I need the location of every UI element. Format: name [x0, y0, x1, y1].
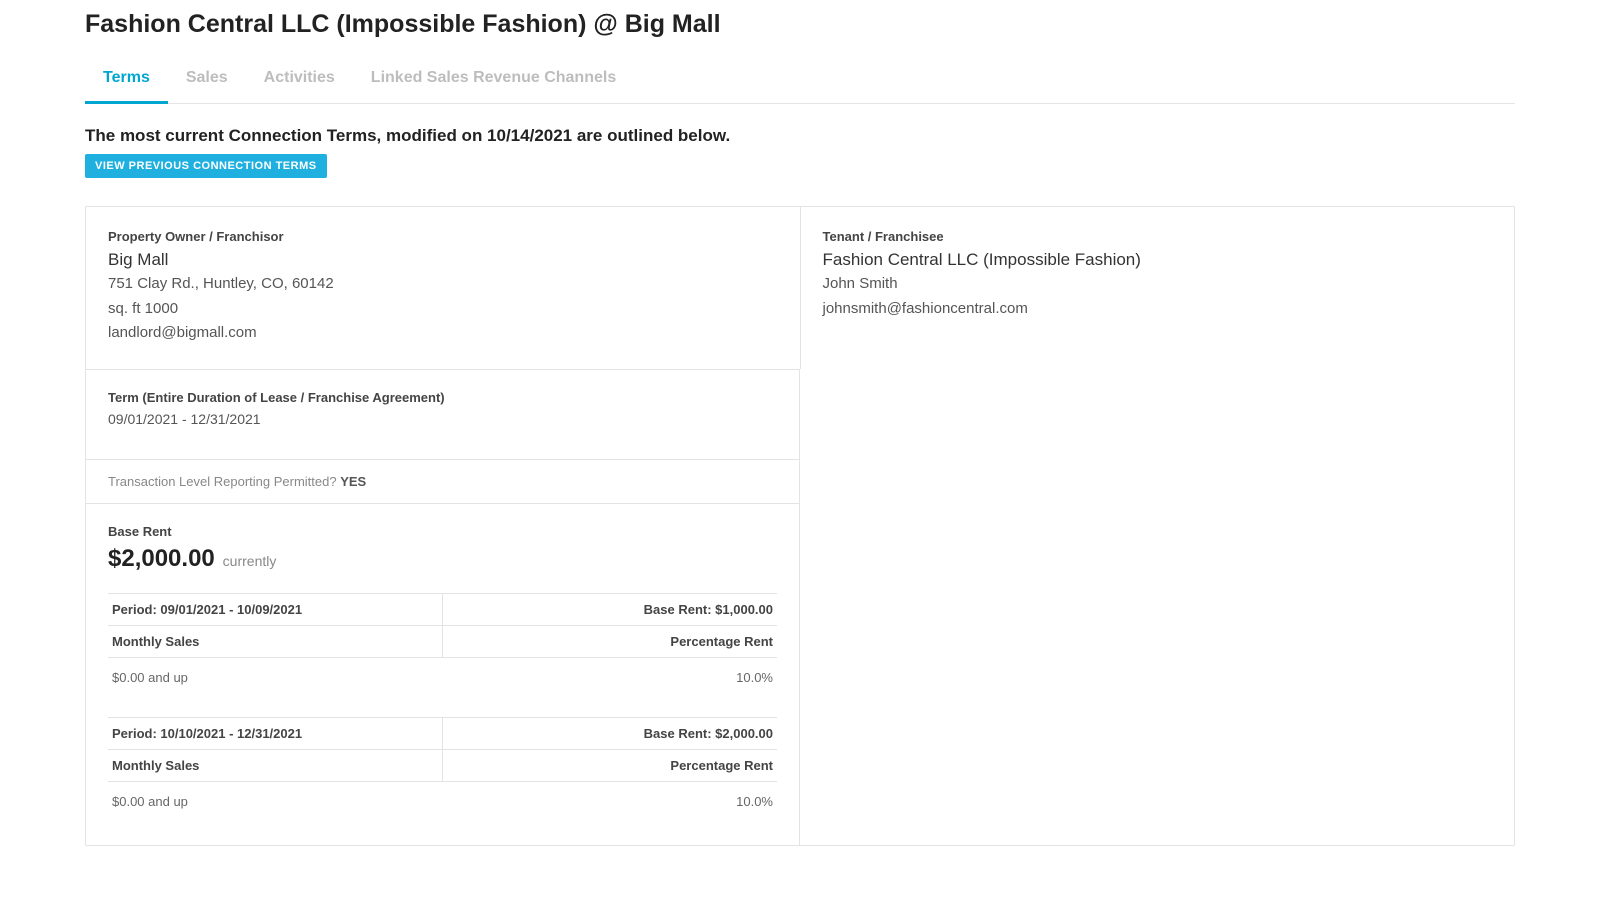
- rent-section: Base Rent $2,000.00 currently Period: 09…: [86, 503, 800, 845]
- period-label: Period: 10/10/2021 - 12/31/2021: [108, 718, 443, 749]
- txn-section: Transaction Level Reporting Permitted? Y…: [86, 459, 800, 503]
- monthly-sales-header: Monthly Sales: [108, 750, 443, 781]
- period-base-rent: Base Rent: $2,000.00: [443, 718, 777, 749]
- period-base-rent: Base Rent: $1,000.00: [443, 594, 777, 625]
- view-previous-terms-button[interactable]: VIEW PREVIOUS CONNECTION TERMS: [85, 154, 327, 178]
- tab-terms[interactable]: Terms: [85, 57, 168, 104]
- base-rent-currently: currently: [223, 553, 277, 569]
- term-section: Term (Entire Duration of Lease / Franchi…: [86, 369, 800, 459]
- tier-pct: 10.0%: [443, 782, 778, 821]
- owner-email: landlord@bigmall.com: [108, 322, 778, 345]
- txn-value: YES: [340, 474, 366, 489]
- rent-period-group: Period: 09/01/2021 - 10/09/2021 Base Ren…: [108, 594, 777, 697]
- tenant-label: Tenant / Franchisee: [823, 229, 1493, 244]
- term-label: Term (Entire Duration of Lease / Franchi…: [108, 390, 777, 405]
- owner-name: Big Mall: [108, 250, 778, 270]
- tabs-bar: Terms Sales Activities Linked Sales Reve…: [85, 57, 1515, 104]
- tier-range: $0.00 and up: [108, 658, 443, 697]
- txn-label: Transaction Level Reporting Permitted?: [108, 474, 340, 489]
- rent-period-group: Period: 10/10/2021 - 12/31/2021 Base Ren…: [108, 717, 777, 821]
- tab-linked-channels[interactable]: Linked Sales Revenue Channels: [353, 57, 634, 104]
- tenant-contact: John Smith: [823, 273, 1493, 296]
- owner-label: Property Owner / Franchisor: [108, 229, 778, 244]
- tier-range: $0.00 and up: [108, 782, 443, 821]
- tab-activities[interactable]: Activities: [246, 57, 353, 104]
- intro-text: The most current Connection Terms, modif…: [85, 126, 1515, 146]
- period-label: Period: 09/01/2021 - 10/09/2021: [108, 594, 443, 625]
- owner-address: 751 Clay Rd., Huntley, CO, 60142: [108, 273, 778, 296]
- tier-pct: 10.0%: [443, 658, 778, 697]
- rent-periods-table: Period: 09/01/2021 - 10/09/2021 Base Ren…: [108, 593, 777, 821]
- base-rent-label: Base Rent: [108, 524, 777, 539]
- monthly-sales-header: Monthly Sales: [108, 626, 443, 657]
- page-title: Fashion Central LLC (Impossible Fashion)…: [85, 10, 1515, 39]
- tenant-name: Fashion Central LLC (Impossible Fashion): [823, 250, 1493, 270]
- percentage-rent-header: Percentage Rent: [443, 750, 777, 781]
- terms-card: Property Owner / Franchisor Big Mall 751…: [85, 206, 1515, 846]
- tab-sales[interactable]: Sales: [168, 57, 246, 104]
- tenant-email: johnsmith@fashioncentral.com: [823, 298, 1493, 321]
- owner-panel: Property Owner / Franchisor Big Mall 751…: [86, 207, 801, 369]
- base-rent-amount: $2,000.00: [108, 545, 215, 572]
- percentage-rent-header: Percentage Rent: [443, 626, 777, 657]
- tenant-panel: Tenant / Franchisee Fashion Central LLC …: [801, 207, 1515, 369]
- term-value: 09/01/2021 - 12/31/2021: [108, 411, 777, 427]
- owner-sqft: sq. ft 1000: [108, 298, 778, 321]
